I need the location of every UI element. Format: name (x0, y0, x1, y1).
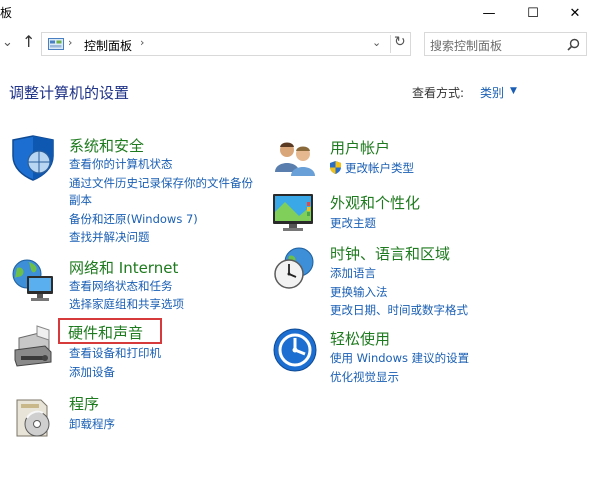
link-view-computer-status[interactable]: 查看你的计算机状态 (69, 156, 173, 172)
uac-shield-icon (330, 161, 341, 174)
programs-disc-icon[interactable] (9, 394, 57, 442)
breadcrumb-control-panel[interactable]: 控制面板 (84, 37, 132, 54)
close-button[interactable]: ✕ (552, 0, 598, 26)
link-change-date-time-format[interactable]: 更改日期、时间或数字格式 (330, 302, 468, 318)
window-title: 板 (0, 6, 13, 20)
link-add-device[interactable]: 添加设备 (69, 364, 115, 380)
category-title-clock-language-region[interactable]: 时钟、语言和区域 (330, 243, 450, 264)
page-title: 调整计算机的设置 (9, 84, 130, 102)
clock-globe-icon[interactable] (271, 244, 319, 292)
highlight-box (58, 318, 162, 344)
link-network-status[interactable]: 查看网络状态和任务 (69, 278, 173, 294)
search-input[interactable]: 搜索控制面板 (424, 32, 587, 56)
category-title-ease-of-access[interactable]: 轻松使用 (330, 328, 390, 349)
link-optimize-visual-display[interactable]: 优化视觉显示 (330, 369, 399, 385)
link-add-language[interactable]: 添加语言 (330, 265, 376, 281)
maximize-icon: ☐ (527, 5, 539, 21)
minimize-icon: — (482, 5, 496, 21)
address-divider (390, 35, 391, 53)
link-troubleshoot[interactable]: 查找并解决问题 (69, 229, 150, 245)
breadcrumb-chevron-icon[interactable]: › (68, 36, 72, 49)
category-title-programs[interactable]: 程序 (69, 393, 99, 414)
category-title-user-accounts[interactable]: 用户帐户 (330, 137, 390, 158)
link-change-input-method[interactable]: 更换输入法 (330, 284, 388, 300)
title-bar: 板 — ☐ ✕ (0, 0, 598, 26)
category-title-system-security[interactable]: 系统和安全 (69, 135, 144, 156)
category-title-appearance[interactable]: 外观和个性化 (330, 192, 420, 213)
printer-speaker-icon[interactable] (9, 322, 57, 370)
breadcrumb-chevron-icon[interactable]: › (140, 36, 144, 49)
address-bar[interactable]: › 控制面板 › ⌄ ↻ (41, 32, 411, 56)
category-title-network-internet[interactable]: 网络和 Internet (69, 257, 178, 278)
link-uninstall-program[interactable]: 卸载程序 (69, 416, 115, 432)
close-icon: ✕ (569, 5, 581, 21)
address-dropdown-icon[interactable]: ⌄ (372, 36, 381, 49)
ease-of-access-icon[interactable] (271, 326, 319, 374)
user-accounts-icon[interactable] (271, 134, 319, 182)
up-arrow-icon[interactable]: ↑ (22, 32, 35, 51)
network-globe-icon[interactable] (9, 256, 57, 304)
link-change-account-type[interactable]: 更改帐户类型 (345, 160, 414, 176)
control-panel-small-icon (48, 38, 64, 50)
maximize-button[interactable]: ☐ (510, 0, 556, 26)
recent-locations-chevron-icon[interactable]: ⌄ (2, 35, 13, 50)
link-change-theme[interactable]: 更改主题 (330, 215, 376, 231)
link-file-history-backup-cont[interactable]: 副本 (69, 192, 92, 208)
minimize-button[interactable]: — (466, 0, 512, 26)
refresh-icon[interactable]: ↻ (394, 34, 406, 50)
shield-icon[interactable] (9, 134, 57, 182)
navigation-bar: ⌄ ↑ › 控制面板 › ⌄ ↻ 搜索控制面板 (0, 30, 598, 60)
view-by-label: 查看方式: (412, 86, 465, 100)
view-by-dropdown-arrow-icon[interactable]: ▼ (510, 86, 517, 96)
link-file-history-backup[interactable]: 通过文件历史记录保存你的文件备份 (69, 175, 253, 191)
view-by-dropdown[interactable]: 类别 (480, 84, 504, 101)
search-icon[interactable] (567, 38, 580, 51)
search-placeholder: 搜索控制面板 (430, 39, 503, 53)
link-windows-recommended-settings[interactable]: 使用 Windows 建议的设置 (330, 350, 469, 366)
link-homegroup-sharing[interactable]: 选择家庭组和共享选项 (69, 296, 184, 312)
link-devices-printers[interactable]: 查看设备和打印机 (69, 345, 161, 361)
link-backup-restore[interactable]: 备份和还原(Windows 7) (69, 211, 198, 227)
appearance-monitor-icon[interactable] (271, 190, 319, 238)
